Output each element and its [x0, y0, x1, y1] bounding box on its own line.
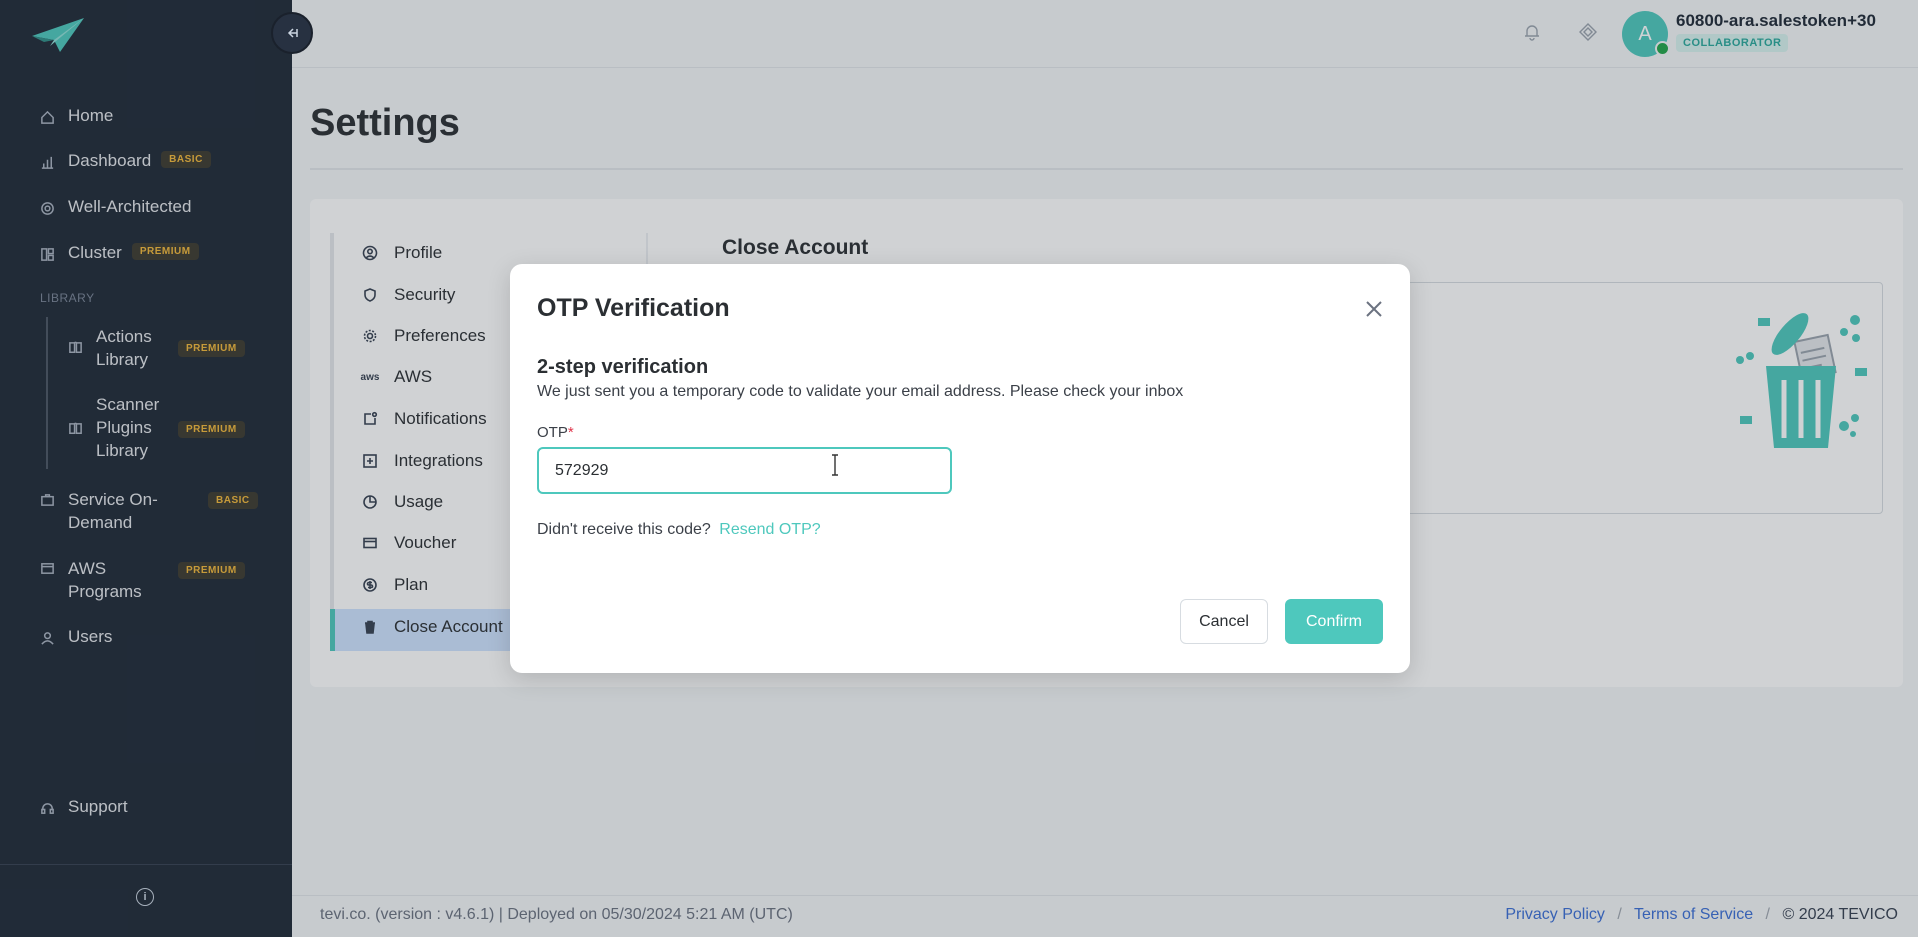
sidebar-collapse-button[interactable]: [271, 12, 313, 54]
resend-row: Didn't receive this code? Resend OTP?: [537, 521, 821, 539]
close-icon[interactable]: [1363, 298, 1385, 320]
step-description: We just sent you a temporary code to val…: [537, 383, 1184, 400]
confirm-button[interactable]: Confirm: [1285, 599, 1383, 644]
otp-input[interactable]: [537, 447, 952, 494]
step-title: 2-step verification: [537, 356, 709, 378]
otp-label: OTP*: [537, 424, 574, 441]
resend-prompt: Didn't receive this code?: [537, 521, 711, 538]
collapse-left-icon: [287, 28, 298, 38]
otp-verification-modal: OTP Verification 2-step verification We …: [510, 264, 1410, 673]
text-cursor-icon: [832, 454, 838, 476]
resend-otp-link[interactable]: Resend OTP?: [719, 521, 820, 538]
required-marker: *: [567, 424, 574, 441]
modal-title: OTP Verification: [537, 294, 730, 322]
cancel-button[interactable]: Cancel: [1180, 599, 1268, 644]
